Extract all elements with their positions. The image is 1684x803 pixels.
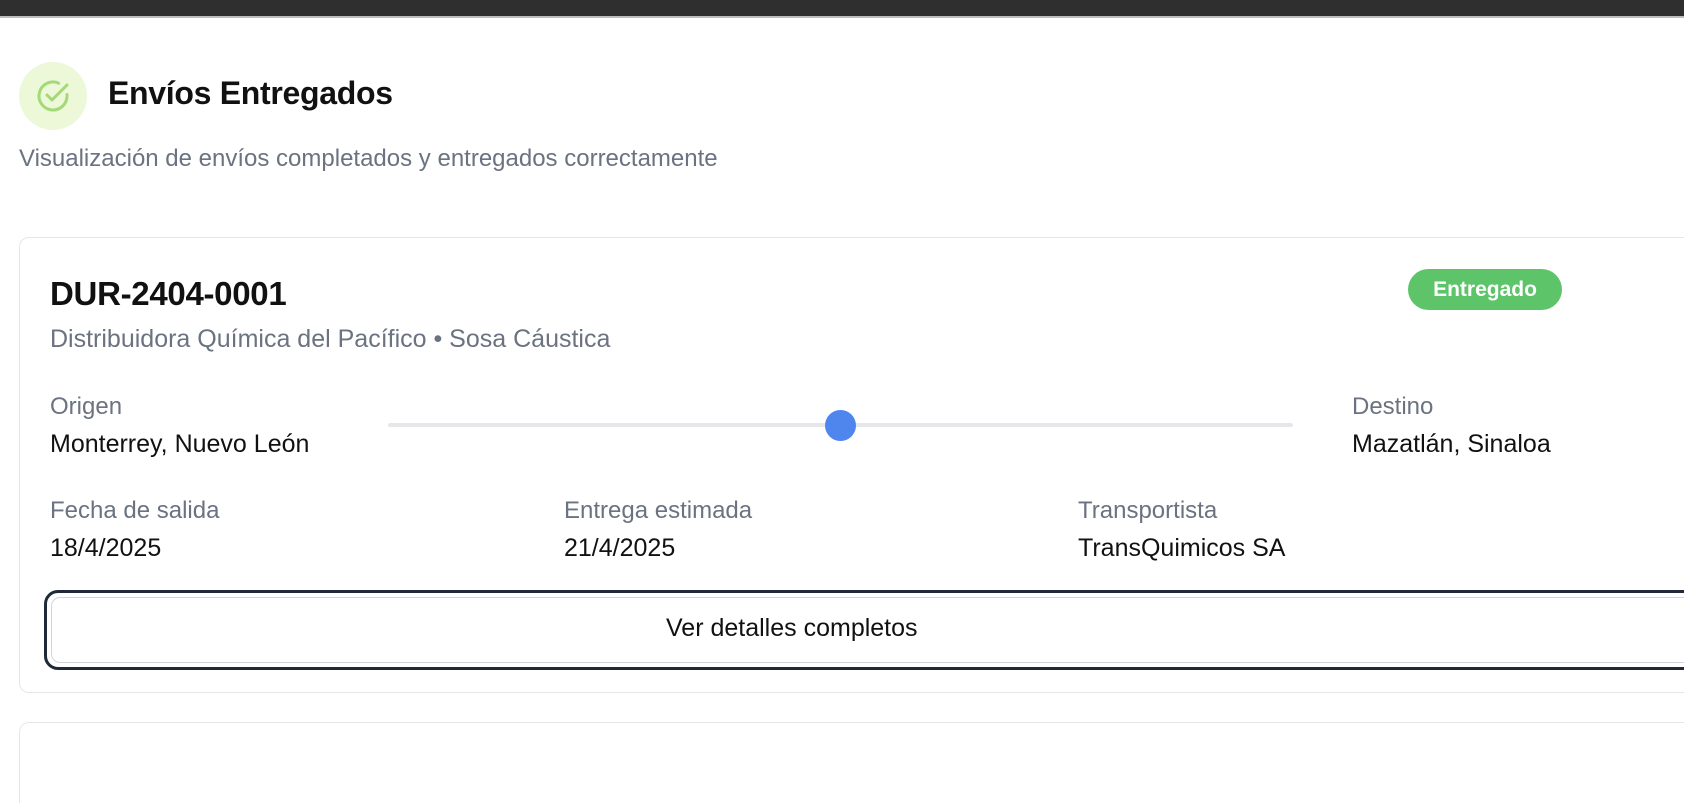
departure-date-value: 18/4/2025 — [50, 534, 162, 562]
destination-value: Mazatlán, Sinaloa — [1352, 430, 1551, 458]
estimated-delivery-value: 21/4/2025 — [564, 534, 676, 562]
estimated-delivery-label: Entrega estimada — [564, 497, 753, 524]
carrier-value: TransQuimicos SA — [1078, 534, 1286, 562]
browser-top-bar — [0, 0, 1684, 18]
shipment-client-product: Distribuidora Química del Pacífico • Sos… — [50, 325, 611, 353]
origin-value: Monterrey, Nuevo León — [50, 430, 310, 458]
shipment-id: DUR-2404-0001 — [50, 275, 287, 312]
departure-date-label: Fecha de salida — [50, 497, 220, 524]
page-subtitle: Visualización de envíos completados y en… — [19, 145, 718, 172]
route-progress-track — [388, 409, 1293, 441]
check-circle-icon — [19, 62, 87, 130]
page-title: Envíos Entregados — [108, 75, 393, 111]
view-details-button-label: Ver detalles completos — [666, 614, 918, 642]
destination-label: Destino — [1352, 393, 1434, 420]
next-shipment-card — [19, 722, 1684, 803]
route-progress-marker — [825, 409, 856, 441]
carrier-label: Transportista — [1078, 497, 1218, 524]
status-badge: Entregado — [1408, 269, 1562, 310]
origin-label: Origen — [50, 393, 123, 420]
